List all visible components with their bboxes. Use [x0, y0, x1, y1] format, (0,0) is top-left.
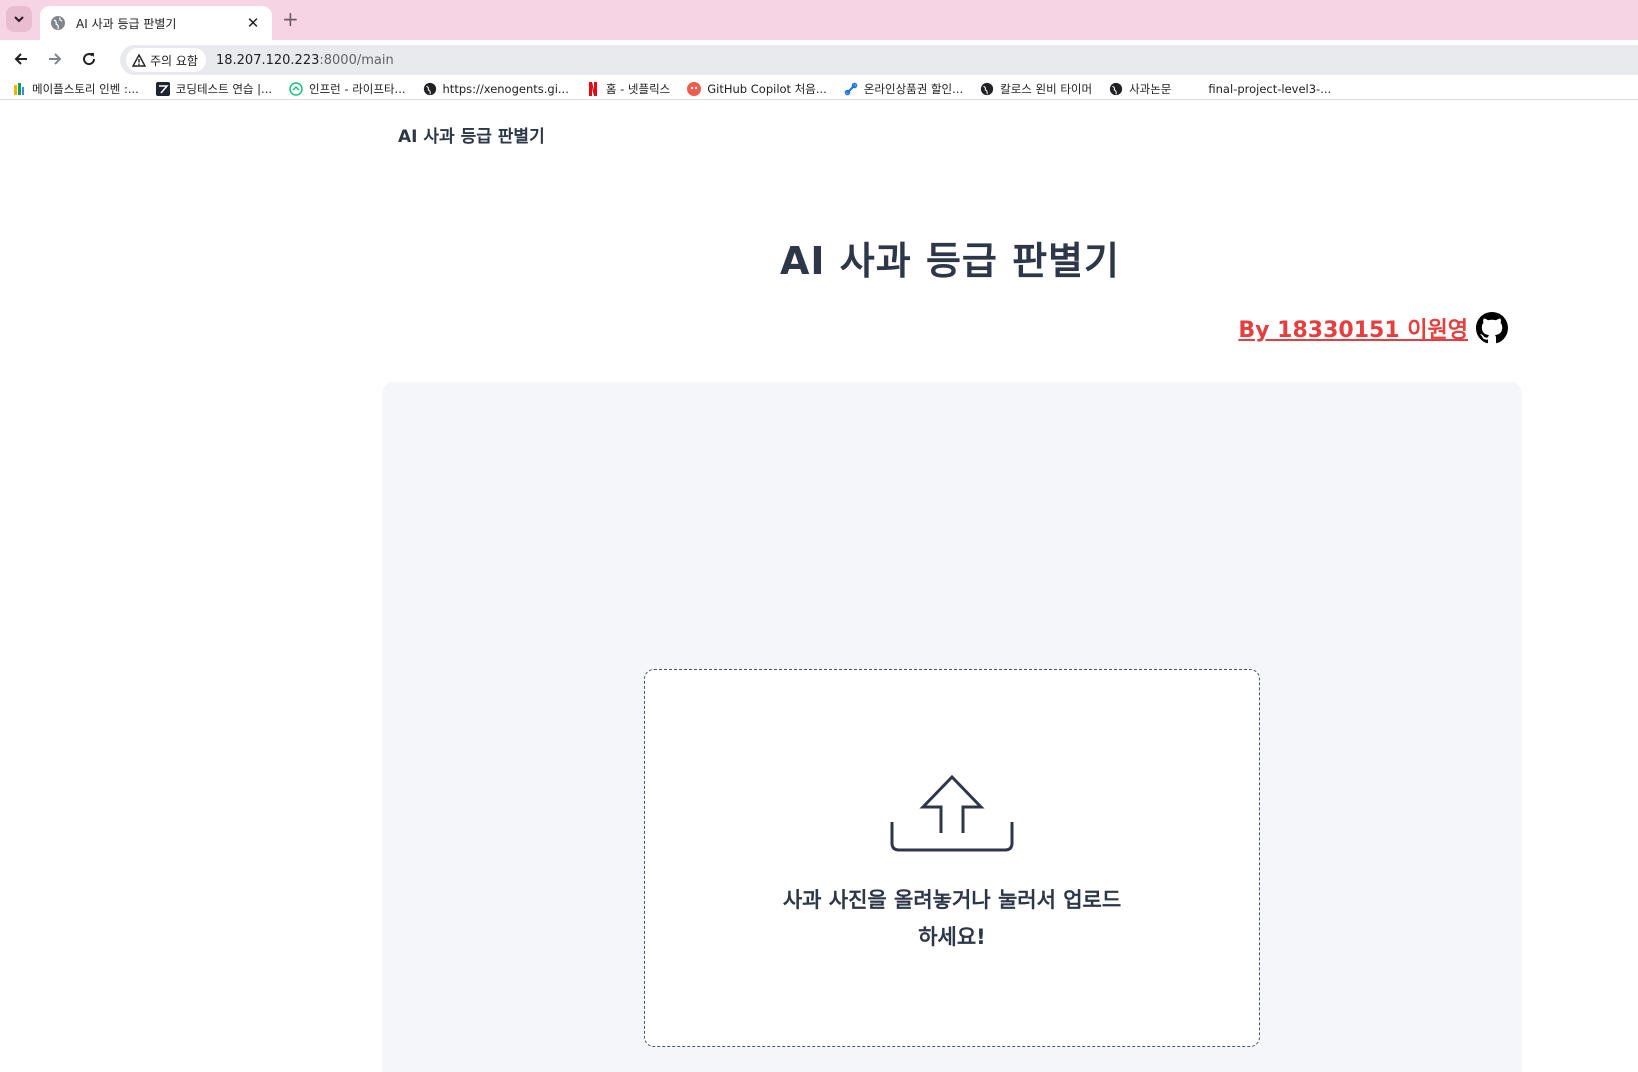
bookmark-label: 사과논문 [1129, 81, 1172, 96]
arrow-right-icon [49, 53, 62, 65]
active-tab[interactable]: AI 사과 등급 판별기 ✕ [40, 6, 272, 40]
upload-instructions: 사과 사진을 올려놓거나 눌러서 업로드 하세요! [782, 888, 1122, 949]
bookmark-item[interactable]: https://xenogents.gi... [423, 82, 569, 96]
security-label: 주의 요함 [150, 53, 198, 68]
upload-icon [889, 770, 1015, 854]
bookmark-label: 홈 - 넷플릭스 [605, 81, 671, 96]
bookmark-item[interactable]: 인프런 - 라이프타... [289, 81, 406, 97]
bookmark-programmers-icon [155, 81, 170, 96]
upload-dropzone[interactable]: 사과 사진을 올려놓거나 눌러서 업로드 하세요! [644, 669, 1260, 1047]
bookmark-label: 온라인상품권 할인... [863, 81, 964, 96]
bookmark-link-icon [844, 82, 858, 96]
bookmark-label: final-project-level3-... [1208, 81, 1332, 96]
tab-strip: AI 사과 등급 판별기 ✕ + [0, 0, 1638, 40]
url-path: :8000/main [319, 52, 394, 68]
tab-search-button[interactable] [6, 6, 32, 32]
bookmark-label: 인프런 - 라이프타... [309, 81, 406, 96]
bookmark-item[interactable]: 칼로스 왼비 타이머 [980, 81, 1092, 97]
url-host: 18.207.120.223 [215, 52, 320, 68]
browser-toolbar: 주의 요함 18.207.120.223:8000/main [0, 40, 1638, 78]
url-text[interactable]: 18.207.120.223:8000/main [216, 53, 394, 68]
security-indicator[interactable]: 주의 요함 [126, 48, 206, 72]
globe-icon [50, 15, 66, 31]
close-icon[interactable]: ✕ [244, 14, 262, 32]
bookmark-label: GitHub Copilot 처음... [707, 81, 827, 96]
bookmark-item[interactable]: 메이플스토리 인벤 :... [12, 81, 139, 97]
bookmark-item[interactable]: 온라인상품권 할인... [844, 81, 963, 97]
arrow-left-icon [14, 53, 27, 65]
page-content: AI 사과 등급 판별기 AI 사과 등급 판별기 By 18330151 이원… [0, 100, 1638, 1072]
bookmark-item[interactable]: GitHub Copilot 처음... [687, 81, 827, 97]
back-button[interactable] [4, 42, 38, 76]
nav-brand[interactable]: AI 사과 등급 판별기 [398, 122, 545, 147]
bookmark-item[interactable]: 코딩테스트 연습 |... [155, 81, 273, 97]
bookmark-copilot-icon [687, 81, 702, 96]
bookmark-label: https://xenogents.gi... [442, 81, 569, 96]
author-link[interactable]: By 18330151 이원영 [1238, 312, 1468, 344]
globe-icon [1109, 82, 1123, 96]
warning-icon [132, 53, 146, 67]
new-tab-button[interactable]: + [282, 9, 299, 29]
bookmark-netflix-icon [586, 81, 600, 96]
page-title: AI 사과 등급 판별기 [780, 239, 1120, 283]
globe-icon [980, 82, 994, 96]
author-row: By 18330151 이원영 [1238, 312, 1508, 344]
globe-icon [423, 82, 437, 96]
address-bar[interactable]: 주의 요함 18.207.120.223:8000/main [120, 45, 1638, 75]
bookmark-inven-icon [12, 82, 26, 96]
bookmark-item[interactable]: 홈 - 넷플릭스 [586, 81, 670, 97]
bookmark-inflearn-icon [289, 81, 303, 96]
bookmark-label: 코딩테스트 연습 |... [175, 81, 273, 96]
github-icon[interactable] [1476, 312, 1508, 344]
bookmark-item[interactable]: final-project-level3-... [1208, 82, 1331, 96]
bookmarks-bar: 메이플스토리 인벤 :... 코딩테스트 연습 |... 인프런 - 라이프타.… [0, 78, 1638, 100]
bookmark-label: 메이플스토리 인벤 :... [32, 81, 139, 96]
reload-button[interactable] [72, 42, 106, 76]
reload-icon [83, 53, 96, 66]
bookmark-item[interactable]: 사과논문 [1109, 81, 1171, 97]
bookmark-label: 칼로스 왼비 타이머 [1000, 81, 1093, 96]
chevron-down-icon [14, 16, 24, 23]
upload-panel: 사과 사진을 올려놓거나 눌러서 업로드 하세요! [382, 382, 1522, 1072]
forward-button[interactable] [38, 42, 72, 76]
tab-title: AI 사과 등급 판별기 [76, 16, 177, 31]
